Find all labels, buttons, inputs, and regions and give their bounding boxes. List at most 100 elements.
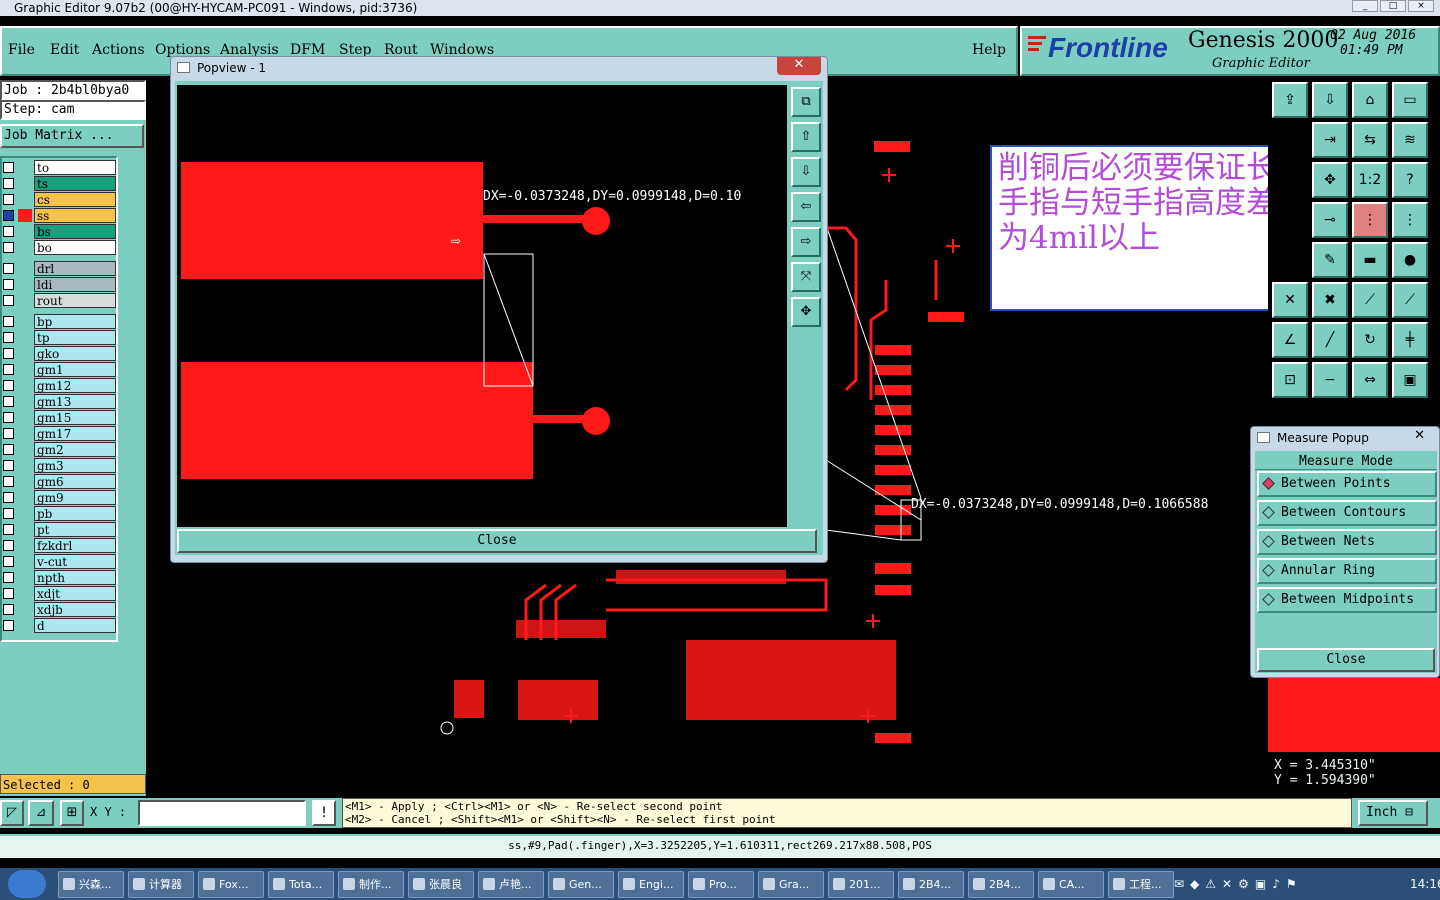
swap-icon[interactable]: ⇆ bbox=[1352, 122, 1388, 158]
taskbar-item[interactable]: 计算器 bbox=[128, 871, 194, 898]
taskbar-item[interactable]: Engi... bbox=[618, 871, 684, 898]
layer-checkbox[interactable] bbox=[3, 492, 14, 503]
layer-checkbox[interactable] bbox=[3, 380, 14, 391]
pan-down-icon[interactable]: ⇩ bbox=[791, 157, 821, 187]
save-icon[interactable]: ⇩ bbox=[1312, 82, 1348, 118]
layer-row-gm15[interactable]: gm15 bbox=[2, 410, 116, 426]
close-window-button[interactable]: × bbox=[1408, 0, 1434, 12]
step-icon[interactable]: ≋ bbox=[1392, 122, 1428, 158]
export-icon[interactable]: ⇥ bbox=[1312, 122, 1348, 158]
layer-checkbox[interactable] bbox=[3, 444, 14, 455]
mode-between-points[interactable]: Between Points bbox=[1257, 471, 1437, 497]
net2-icon[interactable]: ⋮ bbox=[1392, 202, 1428, 238]
layer-checkbox[interactable] bbox=[3, 460, 14, 471]
taskbar-item[interactable]: 201... bbox=[828, 871, 894, 898]
layer-row-fzkdrl[interactable]: fzkdrl bbox=[2, 538, 116, 554]
taskbar-item[interactable]: Tota... bbox=[268, 871, 334, 898]
popview-close-button[interactable]: Close bbox=[177, 529, 817, 553]
layer-row-rout[interactable]: rout bbox=[2, 293, 116, 309]
minimize-button[interactable]: _ bbox=[1352, 0, 1378, 12]
layer-row-to[interactable]: to bbox=[2, 160, 116, 176]
layer-checkbox[interactable] bbox=[3, 428, 14, 439]
layer-checkbox[interactable] bbox=[3, 295, 14, 306]
layer-checkbox[interactable] bbox=[3, 572, 14, 583]
layer-checkbox[interactable] bbox=[3, 364, 14, 375]
layer-checkbox[interactable] bbox=[3, 242, 14, 253]
drag-icon[interactable]: ⊡ bbox=[1272, 362, 1308, 398]
home-icon[interactable]: ⌂ bbox=[1352, 82, 1388, 118]
layer-row-pb[interactable]: pb bbox=[2, 506, 116, 522]
layer-row-xdjt[interactable]: xdjt bbox=[2, 586, 116, 602]
layer-row-d[interactable]: d bbox=[2, 618, 116, 634]
layer-row-cs[interactable]: cs bbox=[2, 192, 116, 208]
menu-edit[interactable]: Edit bbox=[50, 42, 79, 58]
layer-checkbox[interactable] bbox=[3, 396, 14, 407]
layer-row-gko[interactable]: gko bbox=[2, 346, 116, 362]
layer-checkbox[interactable] bbox=[3, 162, 14, 173]
layer-row-xdjb[interactable]: xdjb bbox=[2, 602, 116, 618]
layer-checkbox[interactable] bbox=[3, 556, 14, 567]
open-icon[interactable]: ⇪ bbox=[1272, 82, 1308, 118]
layer-row-tp[interactable]: tp bbox=[2, 330, 116, 346]
taskbar-item[interactable]: Pro... bbox=[688, 871, 754, 898]
layer-row-gm3[interactable]: gm3 bbox=[2, 458, 116, 474]
layer-checkbox[interactable] bbox=[3, 620, 14, 631]
slash-icon[interactable]: ╱ bbox=[1312, 322, 1348, 358]
system-tray-icons[interactable]: ✉◆⚠✕⚙▣♪⚑ bbox=[1174, 872, 1394, 896]
taskbar-item[interactable]: CA... bbox=[1038, 871, 1104, 898]
layer-row-gm2[interactable]: gm2 bbox=[2, 442, 116, 458]
layer-row-gm1[interactable]: gm1 bbox=[2, 362, 116, 378]
taskbar-item[interactable]: 2B4... bbox=[898, 871, 964, 898]
zoom-fit-icon[interactable]: ✥ bbox=[1312, 162, 1348, 198]
probe-icon[interactable]: ⊸ bbox=[1312, 202, 1348, 238]
layer-row-pt[interactable]: pt bbox=[2, 522, 116, 538]
taskbar-item[interactable]: Fox... bbox=[198, 871, 264, 898]
layer-row-bo[interactable]: bo bbox=[2, 240, 116, 256]
fit-icon[interactable]: ⤧ bbox=[791, 262, 821, 292]
line-icon[interactable]: ⟋ bbox=[1352, 282, 1388, 318]
start-button[interactable] bbox=[8, 870, 46, 898]
window-icon[interactable]: ▭ bbox=[1392, 82, 1428, 118]
layer-row-npth[interactable]: npth bbox=[2, 570, 116, 586]
taskbar-item[interactable]: 2B4... bbox=[968, 871, 1034, 898]
select-tool-icon[interactable]: ◸ bbox=[0, 800, 24, 826]
mode-between-nets[interactable]: Between Nets bbox=[1257, 529, 1437, 555]
pan-left-icon[interactable]: ⇦ bbox=[791, 192, 821, 222]
mode-between-midpoints[interactable]: Between Midpoints bbox=[1257, 587, 1437, 613]
alert-icon[interactable]: ! bbox=[312, 800, 336, 826]
popview-close-x[interactable]: ✕ bbox=[777, 57, 821, 75]
layer-row-gm12[interactable]: gm12 bbox=[2, 378, 116, 394]
mode-annular-ring[interactable]: Annular Ring bbox=[1257, 558, 1437, 584]
pan-up-icon[interactable]: ⇧ bbox=[791, 122, 821, 152]
layer-row-gm13[interactable]: gm13 bbox=[2, 394, 116, 410]
grid-icon[interactable]: ⊞ bbox=[60, 800, 84, 826]
ruler-icon[interactable]: ▬ bbox=[1352, 242, 1388, 278]
menu-file[interactable]: File bbox=[8, 42, 35, 58]
popview-canvas[interactable]: ⇨ bbox=[177, 85, 787, 527]
layer-row-ldi[interactable]: ldi bbox=[2, 277, 116, 293]
units-button[interactable]: Inch ⊟ bbox=[1358, 800, 1428, 826]
layer-row-ss[interactable]: ss bbox=[2, 208, 116, 224]
layer-row-gm9[interactable]: gm9 bbox=[2, 490, 116, 506]
taskbar-item[interactable]: 工程... bbox=[1108, 871, 1174, 898]
layer-row-drl[interactable]: drl bbox=[2, 261, 116, 277]
layer-checkbox[interactable] bbox=[3, 332, 14, 343]
measure-close-x[interactable]: ✕ bbox=[1414, 428, 1425, 443]
menu-help[interactable]: Help bbox=[972, 42, 1006, 58]
taskbar-item[interactable]: 卢艳... bbox=[478, 871, 544, 898]
layer-checkbox[interactable] bbox=[3, 540, 14, 551]
layer-row-bs[interactable]: bs bbox=[2, 224, 116, 240]
menu-actions[interactable]: Actions bbox=[92, 42, 145, 58]
mirror-icon[interactable]: ╪ bbox=[1392, 322, 1428, 358]
angle-icon[interactable]: ∠ bbox=[1272, 322, 1308, 358]
layer-checkbox[interactable] bbox=[3, 178, 14, 189]
layer-row-bp[interactable]: bp bbox=[2, 314, 116, 330]
layer-checkbox[interactable] bbox=[3, 348, 14, 359]
scale-icon[interactable]: 1:2 bbox=[1352, 162, 1388, 198]
maximize-button[interactable]: □ bbox=[1380, 0, 1406, 12]
layer-row-gm6[interactable]: gm6 bbox=[2, 474, 116, 490]
layer-checkbox[interactable] bbox=[3, 194, 14, 205]
pen-icon[interactable]: ✎ bbox=[1312, 242, 1348, 278]
layer-checkbox[interactable] bbox=[3, 524, 14, 535]
layer-checkbox[interactable] bbox=[3, 508, 14, 519]
